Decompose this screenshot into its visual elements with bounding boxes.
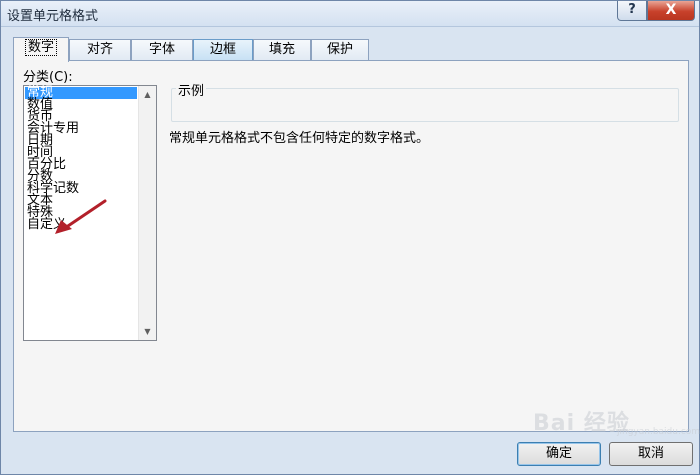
cancel-button[interactable]: 取消 [609, 442, 693, 466]
tab-bar: 数字 对齐 字体 边框 填充 保护 [13, 37, 693, 62]
tab-fill-label: 填充 [268, 42, 295, 57]
baidu-watermark: Bai 经验 [533, 411, 630, 436]
close-icon: X [665, 2, 677, 18]
tab-fill[interactable]: 填充 [253, 39, 311, 61]
baidu-watermark-url: jingyan.baidu.com [617, 427, 700, 437]
scroll-down-icon[interactable]: ▼ [139, 323, 156, 340]
tab-font[interactable]: 字体 [131, 39, 193, 61]
tab-protection-label: 保护 [326, 42, 353, 57]
format-description: 常规单元格格式不包含任何特定的数字格式。 [169, 131, 430, 146]
tab-alignment[interactable]: 对齐 [69, 39, 131, 61]
tab-number[interactable]: 数字 [13, 37, 69, 62]
cancel-button-label: 取消 [637, 446, 664, 461]
ok-button[interactable]: 确定 [517, 442, 601, 466]
help-icon: ? [628, 2, 636, 17]
title-bar[interactable]: 设置单元格格式 ? X [1, 1, 699, 27]
annotation-arrow-icon [55, 199, 107, 234]
tab-border-label: 边框 [209, 42, 236, 57]
tab-alignment-label: 对齐 [86, 42, 113, 57]
format-cells-dialog: 设置单元格格式 ? X 数字 对齐 字体 边框 填充 保护 分类(C): 常规 … [0, 0, 700, 475]
close-button[interactable]: X [647, 1, 695, 21]
tab-number-label: 数字 [24, 39, 58, 56]
tab-font-label: 字体 [148, 42, 175, 57]
category-label: 分类(C): [23, 70, 73, 85]
window-title: 设置单元格格式 [7, 9, 99, 24]
category-scrollbar[interactable]: ▲ ▼ [138, 86, 156, 340]
scroll-up-icon[interactable]: ▲ [139, 86, 156, 103]
tab-protection[interactable]: 保护 [311, 39, 369, 61]
number-tab-panel: 分类(C): 常规 数值 货币 会计专用 日期 时间 百分比 分数 科学记数 文… [13, 60, 689, 432]
sample-group: 示例 [171, 80, 679, 122]
tab-border[interactable]: 边框 [193, 39, 253, 61]
ok-button-label: 确定 [545, 446, 572, 461]
help-button[interactable]: ? [617, 1, 647, 21]
sample-legend: 示例 [176, 80, 207, 99]
